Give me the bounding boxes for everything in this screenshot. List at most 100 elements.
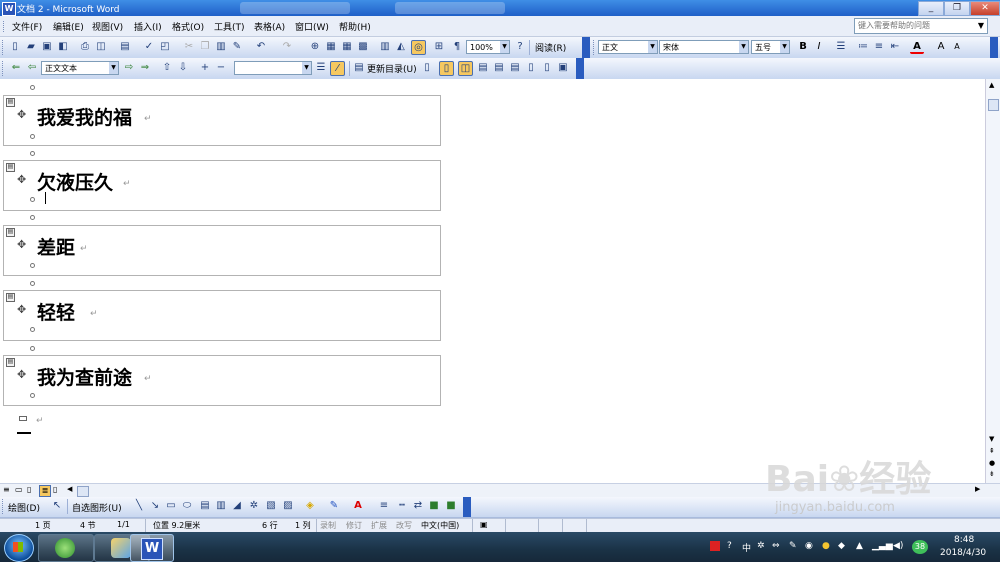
vertical-scrollbar[interactable]: ▲ ▼ ⇞ ● ⇟	[985, 79, 1000, 483]
toolbar-grip[interactable]	[2, 40, 6, 55]
help-icon[interactable]: ?	[513, 40, 527, 54]
bullets-icon[interactable]: ≡	[872, 40, 886, 54]
status-overtype[interactable]: 改写	[396, 520, 412, 531]
3d-style-icon[interactable]: ■	[444, 499, 458, 513]
tray-icon[interactable]: ◆	[838, 541, 845, 551]
subdocument-icon[interactable]: ▤	[6, 228, 15, 237]
redo-icon[interactable]: ↷	[280, 40, 294, 54]
scroll-left-icon[interactable]: ◀	[67, 485, 72, 493]
expand-icon[interactable]: +	[198, 61, 212, 75]
lock-document-icon[interactable]: ▣	[556, 61, 570, 75]
chevron-down-icon[interactable]: ▼	[780, 41, 789, 53]
tray-badge[interactable]: 38	[912, 540, 928, 554]
print-layout-icon[interactable]: ▯	[27, 485, 31, 494]
outline-level-combo[interactable]: 正文文本 ▼	[41, 61, 119, 75]
print-preview-icon[interactable]: ◫	[94, 40, 108, 54]
ime-indicator[interactable]: 中	[742, 541, 751, 554]
expand-heading-icon[interactable]: ✥	[17, 368, 26, 381]
help-search-input[interactable]	[855, 19, 976, 31]
read-mode-button[interactable]: 阅读(R)	[535, 41, 566, 54]
vertical-text-box-icon[interactable]: ▥	[214, 499, 228, 513]
paragraph-mark-icon[interactable]: ¶	[450, 40, 464, 54]
clip-art-icon[interactable]: ▧	[264, 499, 278, 513]
subdocument-icon[interactable]: ▤	[6, 163, 15, 172]
tray-icon[interactable]: ✎	[789, 541, 797, 551]
scroll-right-icon[interactable]: ▶	[975, 485, 980, 493]
insert-excel-icon[interactable]: ▩	[356, 40, 370, 54]
move-down-icon[interactable]: ⇩	[176, 61, 190, 75]
chevron-down-icon[interactable]: ▼	[648, 41, 657, 53]
show-hidden-icons-icon[interactable]: ▲	[856, 541, 863, 551]
merge-subdocument-icon[interactable]: ▯	[524, 61, 538, 75]
oval-icon[interactable]: ⬭	[180, 499, 194, 513]
research-book-icon[interactable]: ◰	[158, 40, 172, 54]
scroll-down-icon[interactable]: ▼	[989, 435, 994, 443]
menu-view[interactable]: 视图(V)	[92, 20, 123, 33]
network-icon[interactable]: ▁▃▅	[872, 541, 893, 551]
show-level-combo[interactable]: ▼	[234, 61, 312, 75]
close-button[interactable]: ✕	[970, 1, 1000, 16]
chevron-down-icon[interactable]: ▼	[302, 62, 311, 74]
undo-icon[interactable]: ↶	[254, 40, 268, 54]
expand-heading-icon[interactable]: ✥	[17, 173, 26, 186]
show-hide-icon[interactable]: ⊞	[432, 40, 446, 54]
expand-heading-icon[interactable]: ✥	[17, 303, 26, 316]
menu-file[interactable]: 文件(F)	[12, 20, 42, 33]
split-subdocument-icon[interactable]: ▯	[540, 61, 554, 75]
collapse-icon[interactable]: −	[214, 61, 228, 75]
create-subdocument-icon[interactable]: ▤	[476, 61, 490, 75]
save-icon[interactable]: ▣	[40, 40, 54, 54]
tray-icon[interactable]: ⇔	[772, 541, 780, 551]
menu-tools[interactable]: 工具(T)	[214, 20, 245, 33]
tray-app-icon[interactable]	[710, 541, 720, 551]
collapse-subdocuments-icon[interactable]: ◫	[458, 61, 473, 76]
menu-edit[interactable]: 编辑(E)	[53, 20, 84, 33]
remove-subdocument-icon[interactable]: ▤	[492, 61, 506, 75]
insert-subdocument-icon[interactable]: ▤	[508, 61, 522, 75]
word-app-icon[interactable]: W	[2, 2, 16, 16]
toolbar-options-icon[interactable]	[576, 58, 584, 79]
previous-page-icon[interactable]: ⇞	[989, 447, 995, 455]
heading-3[interactable]: 差距	[37, 233, 75, 260]
numbering-icon[interactable]: ≔	[856, 40, 870, 54]
status-extend[interactable]: 扩展	[371, 520, 387, 531]
font-color-icon[interactable]: A	[910, 40, 924, 54]
toolbar-options-icon[interactable]	[582, 37, 590, 58]
open-folder-icon[interactable]: ▰	[24, 40, 38, 54]
tray-icon[interactable]: ◉	[805, 541, 813, 551]
permission-icon[interactable]: ◧	[56, 40, 70, 54]
menu-table[interactable]: 表格(A)	[254, 20, 285, 33]
toolbar-grip[interactable]	[2, 61, 6, 76]
clock-time[interactable]: 8:48	[954, 535, 974, 545]
horizontal-scroll-thumb[interactable]	[77, 486, 89, 497]
select-objects-icon[interactable]: ↖	[50, 499, 64, 513]
status-record[interactable]: 录制	[320, 520, 336, 531]
scroll-up-icon[interactable]: ▲	[989, 81, 994, 89]
zoom-combo[interactable]: 100% ▼	[466, 40, 510, 54]
line-style-icon[interactable]: ≡	[377, 499, 391, 513]
select-browse-object-icon[interactable]: ●	[989, 459, 995, 467]
go-to-toc-icon[interactable]: ▯	[420, 61, 434, 75]
spelling-icon[interactable]: ✓	[142, 40, 156, 54]
style-combo[interactable]: 正文 ▼	[598, 40, 658, 54]
chevron-down-icon[interactable]: ▼	[109, 62, 118, 74]
spelling-status-icon[interactable]: ▣	[480, 520, 488, 529]
chevron-down-icon[interactable]: ▼	[739, 41, 748, 53]
help-search-box[interactable]: ▼	[854, 18, 988, 34]
document-area[interactable]: ▤ ✥ 我爱我的福 ↵ ▤ ✥ 欠液压久 ↵ ▤ ✥ 差距 ↵ ▤ ✥ 轻轻 ↵…	[0, 79, 985, 483]
line-icon[interactable]: ╲	[132, 499, 146, 513]
diagram-icon[interactable]: ✲	[247, 499, 261, 513]
tables-borders-icon[interactable]: ▦	[324, 40, 338, 54]
clock-date[interactable]: 2018/4/30	[940, 548, 986, 558]
update-toc-button[interactable]: 更新目录(U)	[367, 62, 417, 75]
format-painter-icon[interactable]: ✎	[230, 40, 244, 54]
shrink-font-icon[interactable]: A	[950, 40, 964, 54]
update-toc-icon[interactable]: ▤	[352, 61, 366, 75]
minimize-button[interactable]: _	[918, 1, 944, 16]
menu-format[interactable]: 格式(O)	[172, 20, 204, 33]
bold-button[interactable]: B	[796, 40, 810, 54]
expand-heading-icon[interactable]: ✥	[17, 108, 26, 121]
menu-help[interactable]: 帮助(H)	[339, 20, 371, 33]
cut-icon[interactable]: ✂	[182, 40, 196, 54]
subdocument-icon[interactable]: ▤	[6, 358, 15, 367]
